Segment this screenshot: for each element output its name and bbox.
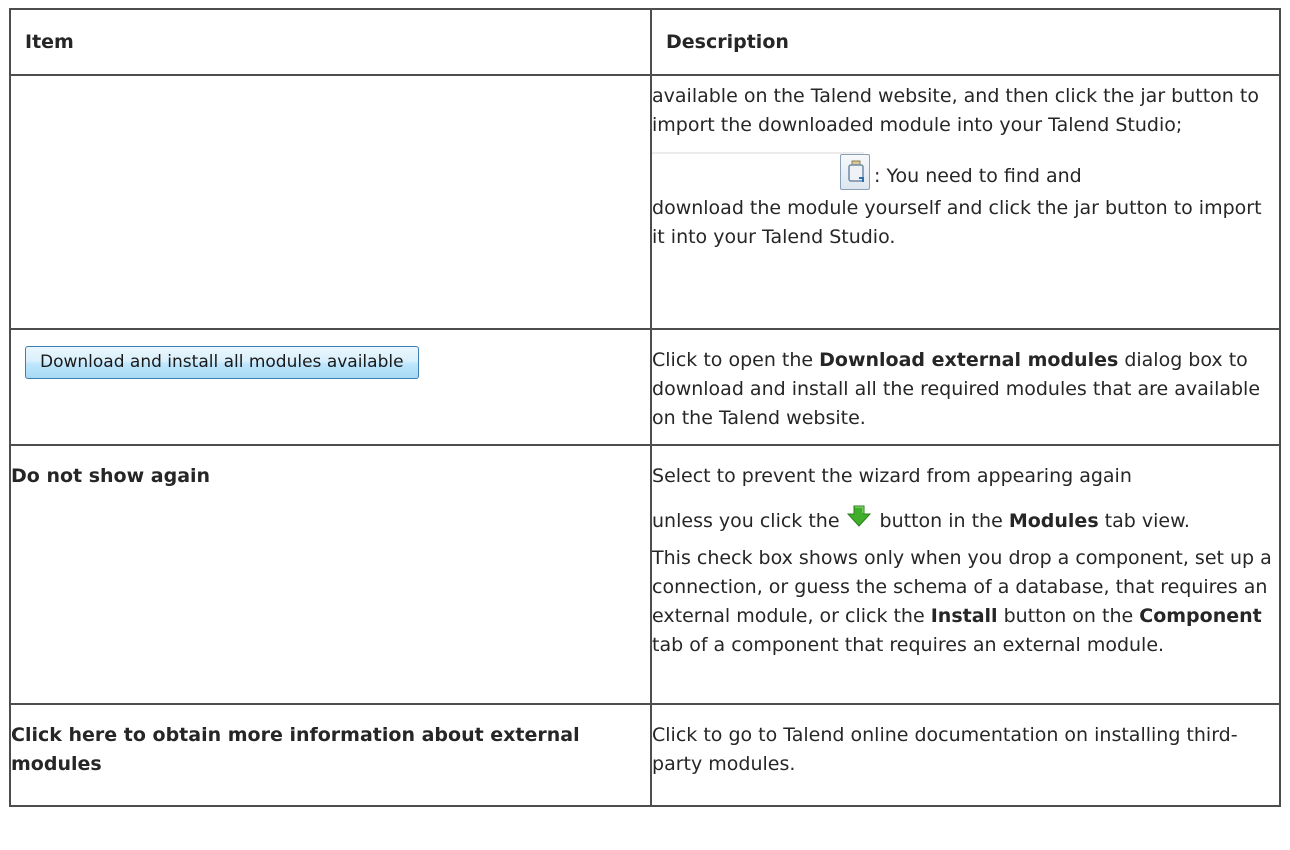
item-cell-empty <box>8 74 653 330</box>
description-text: Select to prevent the wizard from appear… <box>652 465 1132 487</box>
text-span: tab view. <box>1098 510 1190 532</box>
description-cell: Select to prevent the wizard from appear… <box>650 444 1281 705</box>
description-column-header: Description <box>650 8 1281 76</box>
description-text: Click to go to Talend online documentati… <box>652 724 1238 775</box>
jar-icon <box>848 160 865 182</box>
text-span: tab of a component that requires an exte… <box>652 634 1165 656</box>
external-modules-info-link[interactable]: Click here to obtain more information ab… <box>11 724 580 775</box>
jar-button[interactable] <box>840 154 871 190</box>
item-label: Do not show again <box>11 465 211 487</box>
description-text: available on the Talend website, and the… <box>652 85 1259 136</box>
tab-name: Component <box>1139 605 1262 627</box>
button-name: Install <box>930 605 998 627</box>
description-text: unless you click the button in the Modul… <box>652 503 1279 536</box>
green-down-arrow-icon <box>846 505 871 527</box>
table-row: available on the Talend website, and the… <box>8 74 1281 330</box>
table-row: Download and install all modules availab… <box>8 328 1281 446</box>
item-cell: Click here to obtain more information ab… <box>8 703 653 807</box>
description-cell: available on the Talend website, and the… <box>650 74 1281 330</box>
description-text: Click to open the Download external modu… <box>652 346 1279 433</box>
description-cell: Click to open the Download external modu… <box>650 328 1281 446</box>
item-cell: Download and install all modules availab… <box>8 328 653 446</box>
item-column-header: Item <box>8 8 653 76</box>
jar-description-lead: : You need to find and <box>874 165 1082 187</box>
tab-name: Modules <box>1008 510 1099 532</box>
description-text: download the module yourself and click t… <box>652 197 1262 248</box>
description-text: This check box shows only when you drop … <box>652 544 1279 660</box>
text-span: button in the <box>879 510 1009 532</box>
download-install-all-button[interactable]: Download and install all modules availab… <box>25 346 419 379</box>
table-header-row: Item Description <box>8 8 1281 76</box>
description-cell: Click to go to Talend online documentati… <box>650 703 1281 807</box>
item-cell: Do not show again <box>8 444 653 705</box>
table-row: Click here to obtain more information ab… <box>8 703 1281 807</box>
dialog-name: Download external modules <box>819 349 1119 371</box>
jar-line: : You need to find and <box>652 154 1279 194</box>
table-row: Do not show again Select to prevent the … <box>8 444 1281 705</box>
text-span: button on the <box>997 605 1140 627</box>
text-span: unless you click the <box>652 510 840 532</box>
text-span: Click to open the <box>652 349 820 371</box>
modules-table: Item Description available on the Talend… <box>8 8 1281 807</box>
